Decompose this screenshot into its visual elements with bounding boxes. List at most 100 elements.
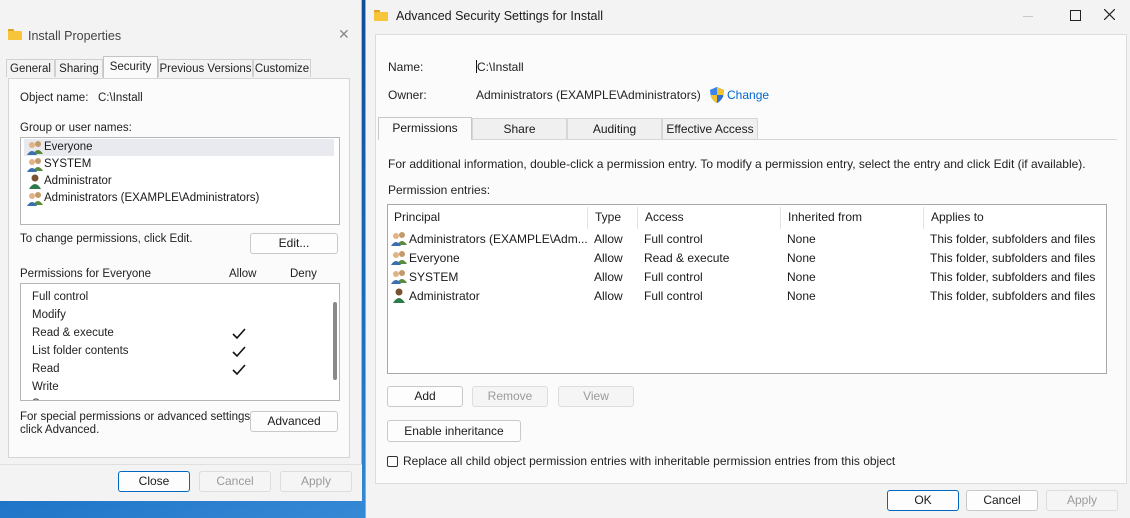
tab-share[interactable]: Share bbox=[472, 118, 567, 140]
permissions-info-text: For additional information, double-click… bbox=[388, 157, 1086, 171]
cell-applies: This folder, subfolders and files bbox=[930, 251, 1096, 265]
tab-customize[interactable]: Customize bbox=[253, 59, 311, 77]
users-icon bbox=[391, 232, 407, 246]
cell-access: Full control bbox=[644, 270, 703, 284]
users-icon bbox=[27, 158, 43, 172]
list-item[interactable]: SYSTEM bbox=[24, 156, 334, 173]
tab-divider bbox=[472, 139, 1117, 140]
user-name: Administrators (EXAMPLE\Administrators) bbox=[44, 192, 260, 204]
cell-applies: This folder, subfolders and files bbox=[930, 232, 1096, 246]
properties-window-title: Install Properties bbox=[28, 29, 122, 43]
column-divider bbox=[637, 207, 638, 229]
users-icon bbox=[391, 270, 407, 284]
column-header-inherited[interactable]: Inherited from bbox=[788, 210, 862, 224]
column-header-applies[interactable]: Applies to bbox=[931, 210, 984, 224]
list-item[interactable]: Everyone bbox=[24, 139, 334, 156]
deny-column-header: Deny bbox=[290, 268, 317, 280]
tab-sharing[interactable]: Sharing bbox=[55, 59, 103, 77]
cancel-button[interactable]: Cancel bbox=[966, 490, 1038, 511]
cell-type: Allow bbox=[594, 289, 623, 303]
cancel-button[interactable]: Cancel bbox=[199, 471, 271, 492]
tab-auditing[interactable]: Auditing bbox=[567, 118, 662, 140]
change-owner-link[interactable]: Change bbox=[727, 88, 769, 102]
permission-name-partial: S bbox=[32, 398, 40, 400]
apply-button[interactable]: Apply bbox=[280, 471, 352, 492]
minimize-icon[interactable] bbox=[1006, 6, 1052, 26]
cell-type: Allow bbox=[594, 232, 623, 246]
allow-column-header: Allow bbox=[229, 268, 257, 280]
close-button[interactable]: Close bbox=[118, 471, 190, 492]
tab-general[interactable]: General bbox=[6, 59, 55, 77]
tab-previous-versions[interactable]: Previous Versions bbox=[158, 59, 253, 77]
change-permissions-hint: To change permissions, click Edit. bbox=[20, 233, 193, 245]
cell-type: Allow bbox=[594, 251, 623, 265]
special-permissions-hint-2: click Advanced. bbox=[20, 424, 100, 436]
group-users-list[interactable]: Everyone SYSTEM Administrator Administra… bbox=[20, 137, 340, 225]
cell-inherited: None bbox=[787, 251, 816, 265]
owner-value: Administrators (EXAMPLE\Administrators) bbox=[476, 88, 701, 102]
cell-principal: Administrator bbox=[409, 289, 480, 303]
user-icon bbox=[29, 174, 41, 189]
permissions-for-label: Permissions for Everyone bbox=[20, 268, 152, 280]
list-item[interactable]: Administrators (EXAMPLE\Administrators) bbox=[24, 190, 334, 207]
group-users-label: Group or user names: bbox=[20, 122, 132, 134]
user-name: SYSTEM bbox=[44, 158, 92, 170]
cell-applies: This folder, subfolders and files bbox=[930, 270, 1096, 284]
tab-effective-access[interactable]: Effective Access bbox=[662, 118, 758, 140]
column-header-access[interactable]: Access bbox=[645, 210, 684, 224]
apply-button[interactable]: Apply bbox=[1046, 490, 1118, 511]
cell-principal: SYSTEM bbox=[409, 270, 459, 284]
users-icon bbox=[27, 141, 43, 155]
column-divider bbox=[587, 207, 588, 229]
cell-type: Allow bbox=[594, 270, 623, 284]
properties-titlebar: Install Properties ✕ bbox=[0, 0, 362, 43]
enable-inheritance-button[interactable]: Enable inheritance bbox=[387, 420, 521, 442]
cell-principal: Administrators (EXAMPLE\Adm... bbox=[409, 232, 588, 246]
cell-inherited: None bbox=[787, 232, 816, 246]
permission-name: Read bbox=[32, 363, 60, 375]
users-icon bbox=[27, 192, 43, 206]
advanced-button[interactable]: Advanced bbox=[250, 411, 338, 432]
name-label: Name: bbox=[388, 60, 424, 74]
scrollbar-thumb[interactable] bbox=[333, 302, 337, 380]
cell-inherited: None bbox=[787, 270, 816, 284]
permission-name: Full control bbox=[32, 291, 89, 303]
folder-icon bbox=[374, 10, 388, 21]
ok-button[interactable]: OK bbox=[887, 490, 959, 511]
user-name: Everyone bbox=[44, 141, 93, 153]
column-divider bbox=[923, 207, 924, 229]
close-icon[interactable] bbox=[1088, 6, 1130, 26]
check-icon bbox=[232, 346, 246, 358]
tab-security[interactable]: Security bbox=[103, 56, 158, 78]
remove-button[interactable]: Remove bbox=[472, 386, 548, 407]
permissions-list[interactable]: Full control Modify Read & execute List … bbox=[20, 283, 340, 401]
permission-entries-label: Permission entries: bbox=[388, 183, 491, 197]
permission-name: List folder contents bbox=[32, 345, 129, 357]
cell-inherited: None bbox=[787, 289, 816, 303]
cell-access: Read & execute bbox=[644, 251, 730, 265]
cell-principal: Everyone bbox=[409, 251, 460, 265]
object-name-label: Object name: bbox=[20, 92, 89, 104]
edit-button[interactable]: Edit... bbox=[250, 233, 338, 254]
permission-name: Write bbox=[32, 381, 59, 393]
users-icon bbox=[391, 251, 407, 265]
permission-name: Modify bbox=[32, 309, 66, 321]
replace-child-permissions-label[interactable]: Replace all child object permission entr… bbox=[403, 454, 895, 468]
check-icon bbox=[232, 364, 246, 376]
close-icon[interactable]: ✕ bbox=[338, 26, 350, 43]
add-button[interactable]: Add bbox=[387, 386, 463, 407]
view-button[interactable]: View bbox=[558, 386, 634, 407]
column-header-principal[interactable]: Principal bbox=[394, 210, 440, 224]
tab-permissions[interactable]: Permissions bbox=[378, 117, 472, 140]
object-name-value: C:\Install bbox=[98, 92, 143, 104]
user-name: Administrator bbox=[44, 175, 112, 187]
list-item[interactable]: Administrator bbox=[24, 173, 334, 190]
user-icon bbox=[393, 288, 405, 303]
uac-shield-icon bbox=[710, 87, 724, 103]
replace-child-permissions-checkbox[interactable] bbox=[387, 456, 398, 467]
permission-name: Read & execute bbox=[32, 327, 114, 339]
name-value[interactable]: C:\Install bbox=[477, 60, 524, 74]
folder-icon bbox=[8, 29, 22, 40]
column-header-type[interactable]: Type bbox=[595, 210, 621, 224]
column-divider bbox=[780, 207, 781, 229]
